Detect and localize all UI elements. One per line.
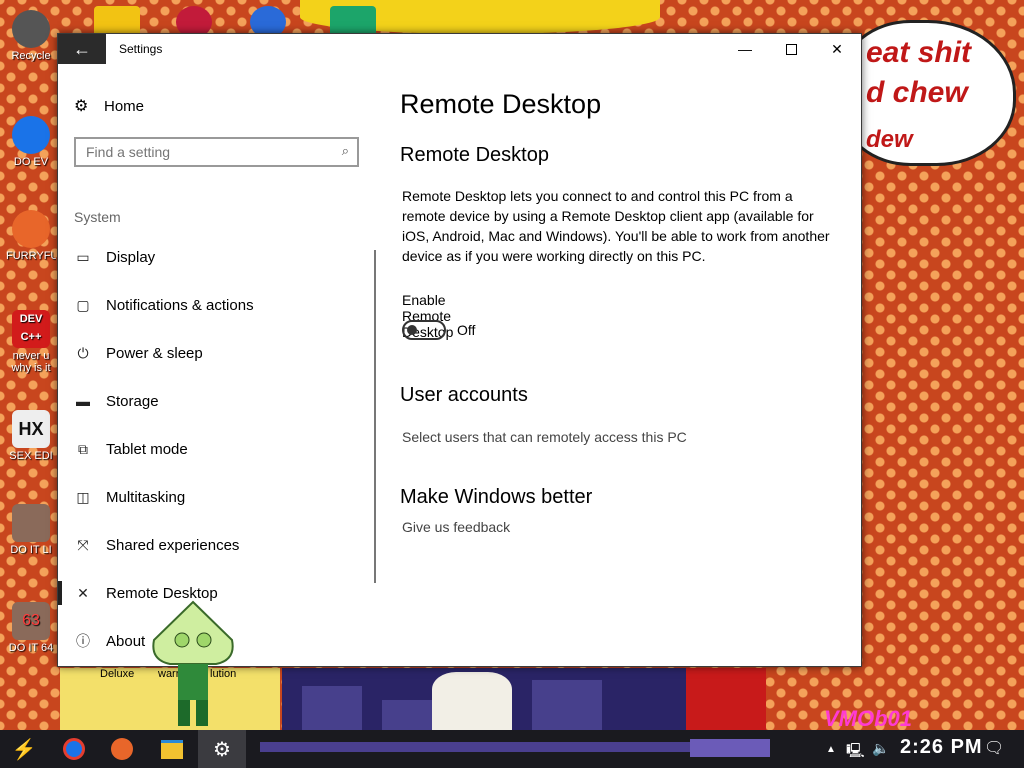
portrait-icon: 63 <box>12 602 50 640</box>
maximize-icon <box>785 43 797 55</box>
wallpaper-character-peridot <box>152 600 234 726</box>
notifications-icon: ▢ <box>76 296 90 313</box>
sidebar-item-notifications-actions[interactable]: ▢ Notifications & actions <box>58 281 368 329</box>
desktop-icon-painting-1[interactable]: DO IT LI <box>6 504 56 556</box>
clock[interactable]: 2:26 PM <box>900 736 983 759</box>
sidebar-item-label: Remote Desktop <box>106 584 218 602</box>
sidebar-item-tablet-mode[interactable]: ⧉ Tablet mode <box>58 425 368 473</box>
desktop-icon-recycle-bin[interactable]: Recycle <box>6 10 56 62</box>
home-link[interactable]: ⚙ Home <box>74 96 144 116</box>
desktop-icon-painting-2[interactable]: 63 DO IT 64 <box>6 602 56 654</box>
section-label-system: System <box>74 209 121 225</box>
tablet-mode-icon: ⧉ <box>78 440 88 457</box>
sidebar-item-label: Notifications & actions <box>106 296 254 314</box>
toggle-state-label: Off <box>457 322 476 338</box>
chrome-icon <box>12 116 50 154</box>
sidebar-item-label: Power & sleep <box>106 344 203 362</box>
taskbar-chrome[interactable] <box>50 730 98 768</box>
folder-icon <box>161 739 183 759</box>
display-icon: ▭ <box>76 248 90 265</box>
taskbar-settings[interactable]: ⚙ <box>198 730 246 768</box>
remote-desktop-description: Remote Desktop lets you connect to and c… <box>402 188 830 264</box>
close-button[interactable]: ✕ <box>814 34 860 64</box>
sidebar-scrollbar[interactable] <box>374 250 376 583</box>
portrait-icon <box>12 504 50 542</box>
section-heading-make-windows-better: Make Windows better <box>400 486 593 508</box>
show-hidden-icons-chevron-icon[interactable]: ▲ <box>826 744 836 755</box>
sidebar-item-multitasking[interactable]: ◫ Multitasking <box>58 473 368 521</box>
select-users-link[interactable]: Select users that can remotely access th… <box>402 429 687 445</box>
sidebar-item-label: Tablet mode <box>106 440 188 458</box>
bubble-text-4: dew <box>866 126 913 153</box>
search-box[interactable]: ⌕ <box>74 137 359 167</box>
taskbar-decoration-2 <box>690 739 770 757</box>
sidebar-item-label: Display <box>106 248 156 266</box>
wallpaper-game-scene <box>282 668 686 730</box>
remote-desktop-icon: ✕ <box>77 584 89 601</box>
action-center-icon[interactable]: 🗨 <box>984 738 1004 758</box>
settings-window: ← Settings — ✕ ⚙ Home ⌕ System Remote De… <box>57 33 862 667</box>
taskbar-file-explorer[interactable] <box>148 730 196 768</box>
search-icon[interactable]: ⌕ <box>342 143 349 159</box>
start-button[interactable]: ⚡ <box>0 730 48 768</box>
bubble-text-1: eat shit <box>866 36 972 69</box>
toggle-knob <box>407 325 417 335</box>
network-icon[interactable]: 🖳 <box>846 740 865 764</box>
sidebar-item-storage[interactable]: ▬ Storage <box>58 377 368 425</box>
storage-icon: ▬ <box>76 393 90 409</box>
section-heading-user-accounts: User accounts <box>400 384 528 406</box>
give-feedback-link[interactable]: Give us feedback <box>402 519 510 535</box>
maximize-button[interactable] <box>768 34 814 64</box>
home-label: Home <box>104 97 145 115</box>
bubble-text-2: d chew <box>866 76 968 109</box>
enable-remote-desktop-toggle[interactable] <box>402 320 446 340</box>
page-title: Remote Desktop <box>400 89 602 119</box>
sidebar-item-label: About <box>106 632 146 650</box>
hex-editor-icon: HX <box>12 410 50 448</box>
sidebar-item-power-sleep[interactable]: ⏻ Power & sleep <box>58 329 368 377</box>
section-heading-remote-desktop: Remote Desktop <box>400 144 549 166</box>
gear-icon: ⚙ <box>74 98 89 115</box>
sidebar-item-label: Multitasking <box>106 488 186 506</box>
search-input[interactable] <box>76 139 336 165</box>
shared-experiences-icon: ⤧ <box>77 536 89 553</box>
desktop-icon-hex-editor[interactable]: HX SEX EDI <box>6 410 56 462</box>
sidebar-item-shared-experiences[interactable]: ⤧ Shared experiences <box>58 521 368 569</box>
sidebar-item-label: Storage <box>106 392 159 410</box>
title-bar: ← Settings — ✕ <box>58 34 861 64</box>
wallpaper-strip <box>686 668 766 730</box>
active-indicator <box>58 581 62 605</box>
firefox-icon <box>12 210 50 248</box>
firefox-icon <box>111 738 133 760</box>
sidebar-item-label: Shared experiences <box>106 536 240 554</box>
devcpp-icon: DEV C++ <box>12 310 50 348</box>
recycle-bin-icon <box>12 10 50 48</box>
gear-icon: ⚙ <box>213 738 231 761</box>
multitasking-icon: ◫ <box>76 488 90 505</box>
desktop-icon-chrome[interactable]: DO EV <box>6 116 56 168</box>
desktop-icon-devcpp[interactable]: DEV C++ never u why is it <box>6 310 56 374</box>
desktop-icon-firefox[interactable]: FURRYFU <box>6 210 56 262</box>
taskbar-firefox[interactable] <box>98 730 146 768</box>
power-icon: ⏻ <box>77 344 89 361</box>
back-button[interactable]: ← <box>58 34 106 64</box>
window-title: Settings <box>119 42 163 56</box>
sidebar-item-display[interactable]: ▭ Display <box>58 233 368 281</box>
watermark: VMOb01 <box>824 706 913 731</box>
volume-icon[interactable]: 🔈 <box>872 740 889 757</box>
about-icon: ⓘ <box>76 633 90 649</box>
chrome-icon <box>63 738 85 760</box>
minimize-button[interactable]: — <box>722 34 768 64</box>
